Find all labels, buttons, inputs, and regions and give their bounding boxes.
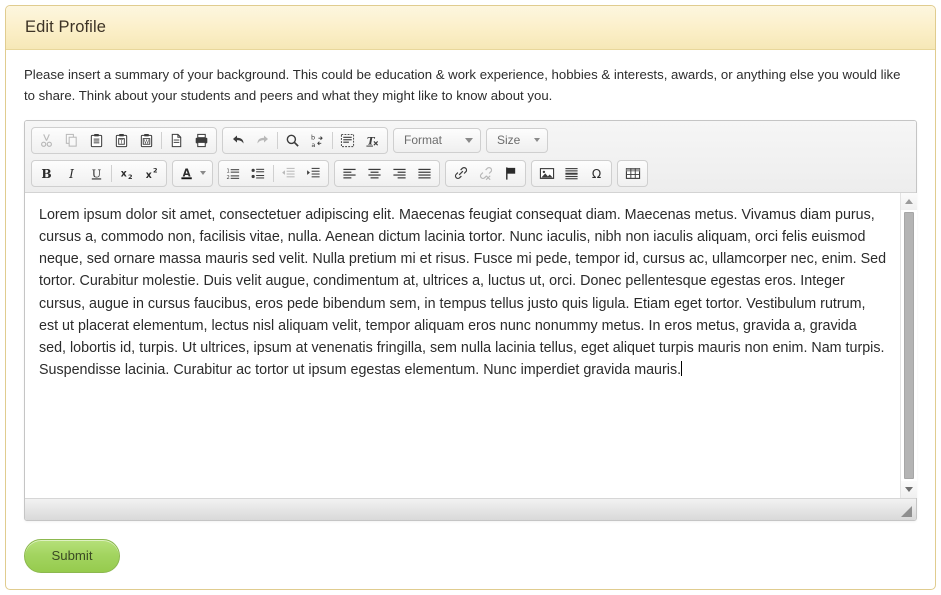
- separator: [277, 131, 278, 149]
- separator: [273, 164, 274, 182]
- subscript-icon[interactable]: x2: [114, 162, 139, 185]
- chevron-down-icon: [534, 138, 540, 143]
- remove-format-icon[interactable]: T: [360, 129, 385, 152]
- svg-text:W: W: [144, 139, 149, 145]
- toolbar-group-colors: A: [172, 159, 213, 187]
- undo-icon[interactable]: [225, 129, 250, 152]
- horizontal-rule-icon[interactable]: [559, 162, 584, 185]
- align-right-icon[interactable]: [387, 162, 412, 185]
- toolbar-group-links: [445, 159, 526, 187]
- page-title: Edit Profile: [25, 18, 106, 36]
- svg-text:2: 2: [153, 166, 158, 174]
- table-icon[interactable]: [620, 162, 645, 185]
- separator: [161, 131, 162, 149]
- svg-text:2: 2: [226, 175, 229, 181]
- svg-text:1: 1: [226, 168, 229, 174]
- numbered-list-icon[interactable]: 12: [221, 162, 246, 185]
- submit-row: Submit: [24, 521, 917, 573]
- underline-icon[interactable]: U: [84, 162, 109, 185]
- submit-button[interactable]: Submit: [24, 538, 120, 573]
- replace-icon[interactable]: ba: [305, 129, 330, 152]
- toolbar-group-basic-styles: B I U x2 x2: [31, 159, 167, 187]
- paste-as-plain-text-icon[interactable]: T: [109, 129, 134, 152]
- scrollbar-track[interactable]: [900, 209, 917, 481]
- toolbar-group-table: [617, 159, 648, 187]
- svg-text:T: T: [119, 139, 124, 145]
- svg-text:I: I: [68, 167, 74, 181]
- vertical-scrollbar[interactable]: [900, 192, 917, 498]
- scroll-up-arrow-icon[interactable]: [900, 192, 917, 210]
- svg-text:U: U: [92, 167, 101, 180]
- svg-text:T: T: [367, 135, 376, 147]
- panel-body: Please insert a summary of your backgrou…: [6, 50, 935, 573]
- copy-icon[interactable]: [59, 129, 84, 152]
- edit-profile-panel: Edit Profile Please insert a summary of …: [5, 5, 936, 590]
- editor-content-area: Lorem ipsum dolor sit amet, consectetuer…: [25, 192, 917, 498]
- indent-icon[interactable]: [301, 162, 326, 185]
- svg-text:x: x: [120, 168, 126, 179]
- bulleted-list-icon[interactable]: [246, 162, 271, 185]
- chevron-down-icon: [465, 137, 473, 143]
- outdent-icon[interactable]: [276, 162, 301, 185]
- scrollbar-thumb[interactable]: [903, 211, 914, 479]
- svg-text:Ω: Ω: [592, 167, 601, 181]
- redo-icon[interactable]: [250, 129, 275, 152]
- superscript-icon[interactable]: x2: [139, 162, 164, 185]
- svg-text:x: x: [145, 170, 151, 181]
- resize-grip[interactable]: [901, 505, 912, 517]
- anchor-icon[interactable]: [498, 162, 523, 185]
- print-icon[interactable]: [189, 129, 214, 152]
- unlink-icon[interactable]: [473, 162, 498, 185]
- toolbar-row-1: T W b a T Format Size: [31, 126, 910, 155]
- paste-from-word-icon[interactable]: W: [134, 129, 159, 152]
- toolbar-row-2: B I U x2 x2 A 1 2 Ω: [31, 159, 910, 188]
- bold-icon[interactable]: B: [34, 162, 59, 185]
- svg-text:a: a: [311, 141, 315, 148]
- toolbar-group-align: [334, 159, 440, 187]
- size-dropdown[interactable]: Size: [486, 127, 548, 153]
- find-icon[interactable]: [280, 129, 305, 152]
- italic-icon[interactable]: I: [59, 162, 84, 185]
- justify-icon[interactable]: [412, 162, 437, 185]
- separator: [111, 164, 112, 182]
- panel-header: Edit Profile: [6, 6, 935, 50]
- instructions-text: Please insert a summary of your backgrou…: [24, 67, 901, 104]
- cut-icon[interactable]: [34, 129, 59, 152]
- editor-text-body[interactable]: Lorem ipsum dolor sit amet, consectetuer…: [25, 193, 900, 498]
- text-cursor: [681, 361, 683, 377]
- editor-text-paragraph: Lorem ipsum dolor sit amet, consectetuer…: [39, 206, 887, 379]
- editor-toolbar: T W b a T Format Size B I U x 2 x 2 A 1 …: [25, 120, 916, 193]
- paste-icon[interactable]: [84, 129, 109, 152]
- link-icon[interactable]: [448, 162, 473, 185]
- align-left-icon[interactable]: [337, 162, 362, 185]
- toolbar-group-paragraph-lists: 12: [218, 159, 329, 187]
- format-dropdown[interactable]: Format: [393, 127, 481, 153]
- align-center-icon[interactable]: [362, 162, 387, 185]
- separator: [332, 131, 333, 149]
- image-icon[interactable]: [534, 162, 559, 185]
- svg-text:B: B: [41, 167, 51, 181]
- toolbar-group-clipboard: T W: [31, 126, 217, 154]
- chevron-down-icon[interactable]: [200, 171, 206, 176]
- editor-footer: [25, 497, 916, 520]
- toolbar-group-editing: ba T: [222, 126, 388, 154]
- rich-text-editor: T W b a T Format Size B I U x 2 x 2 A 1 …: [24, 119, 917, 521]
- text-color-icon[interactable]: A: [175, 162, 200, 185]
- format-dropdown-label: Format: [404, 133, 443, 148]
- select-all-icon[interactable]: [335, 129, 360, 152]
- size-dropdown-label: Size: [497, 133, 521, 148]
- toolbar-group-insert: Ω: [531, 159, 612, 187]
- svg-text:2: 2: [128, 173, 133, 181]
- special-character-icon[interactable]: Ω: [584, 162, 609, 185]
- scroll-down-arrow-icon[interactable]: [900, 480, 917, 498]
- new-page-icon[interactable]: [164, 129, 189, 152]
